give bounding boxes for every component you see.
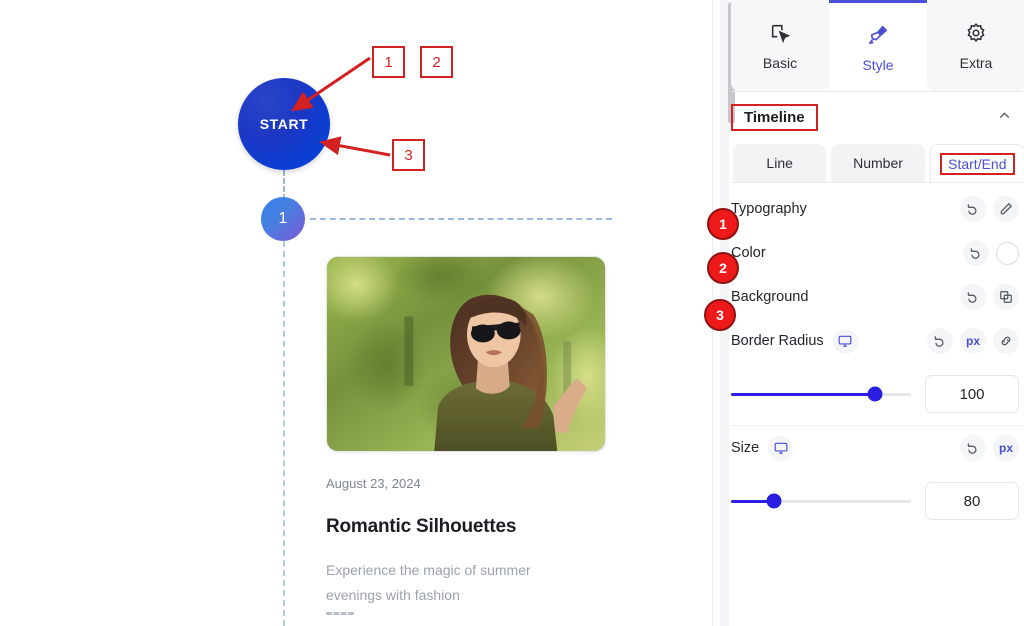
border-radius-slider-knob[interactable] bbox=[867, 386, 883, 402]
start-button-label: START bbox=[259, 116, 309, 132]
preview-canvas: START 1 August 23, 2024 Romantic Silhoue… bbox=[0, 0, 712, 626]
timeline-subtabs: Line Number Start/End bbox=[731, 142, 1024, 182]
background-layers-icon[interactable] bbox=[993, 284, 1019, 310]
color-swatch[interactable] bbox=[996, 241, 1019, 265]
subtab-start-end-label: Start/End bbox=[940, 152, 1015, 175]
subtab-number-label: Number bbox=[853, 155, 903, 171]
size-label: Size bbox=[731, 440, 760, 456]
start-button[interactable]: START bbox=[238, 78, 330, 170]
border-radius-value-input[interactable]: 100 bbox=[925, 375, 1019, 413]
paintbrush-icon bbox=[867, 22, 889, 48]
typography-pencil-icon[interactable] bbox=[993, 196, 1019, 222]
woman-with-sunglasses-photo bbox=[327, 257, 605, 451]
annotation-badge-3: 3 bbox=[704, 299, 736, 331]
timeline-horizontal-dash bbox=[310, 218, 612, 220]
annotation-badge-2: 2 bbox=[707, 252, 739, 284]
row-size: Size px bbox=[731, 426, 1024, 470]
cursor-box-icon bbox=[769, 20, 791, 46]
chevron-up-icon[interactable] bbox=[996, 107, 1017, 128]
row-color: Color bbox=[731, 231, 1024, 275]
setting-rows: Typography Color Background Border Radiu… bbox=[731, 183, 1024, 532]
timeline-marker-1[interactable]: 1 bbox=[261, 197, 305, 241]
card-date: August 23, 2024 bbox=[326, 476, 421, 491]
timeline-section-title: Timeline bbox=[731, 103, 818, 131]
typography-reset-icon[interactable] bbox=[960, 196, 986, 222]
size-unit-px[interactable]: px bbox=[993, 435, 1019, 461]
subtab-number[interactable]: Number bbox=[831, 144, 925, 182]
border-radius-slider-fill bbox=[731, 392, 875, 396]
border-radius-link-icon[interactable] bbox=[993, 328, 1019, 354]
border-radius-desktop-icon[interactable] bbox=[832, 328, 858, 354]
subtab-start-end[interactable]: Start/End bbox=[929, 144, 1024, 182]
border-radius-slider-row: 100 bbox=[731, 363, 1024, 425]
settings-panel: Basic Style Extra Timeline Line Number S… bbox=[712, 0, 1024, 626]
size-slider[interactable] bbox=[731, 493, 911, 509]
annotation-badge-1: 1 bbox=[707, 208, 739, 240]
size-slider-knob[interactable] bbox=[766, 493, 782, 509]
border-radius-label: Border Radius bbox=[731, 333, 824, 349]
size-reset-icon[interactable] bbox=[960, 435, 986, 461]
annotation-number-3: 3 bbox=[392, 139, 425, 171]
timeline-connector-bottom bbox=[283, 241, 285, 626]
border-radius-reset-icon[interactable] bbox=[927, 328, 953, 354]
card-divider-dashes bbox=[326, 612, 354, 615]
annotation-number-2: 2 bbox=[420, 46, 453, 78]
panel-tabs: Basic Style Extra bbox=[731, 0, 1024, 92]
border-radius-unit-px[interactable]: px bbox=[960, 328, 986, 354]
tab-basic[interactable]: Basic bbox=[731, 0, 829, 91]
tab-style[interactable]: Style bbox=[829, 0, 927, 91]
annotation-number-1: 1 bbox=[372, 46, 405, 78]
size-value-input[interactable]: 80 bbox=[925, 482, 1019, 520]
timeline-marker-label: 1 bbox=[278, 210, 288, 227]
timeline-connector-top bbox=[283, 170, 285, 200]
row-background: Background bbox=[731, 275, 1024, 319]
row-border-radius: Border Radius px bbox=[731, 319, 1024, 363]
timeline-section-header[interactable]: Timeline bbox=[731, 92, 1024, 142]
row-background-label: Background bbox=[731, 289, 809, 305]
card-image bbox=[326, 256, 606, 452]
row-typography: Typography bbox=[731, 187, 1024, 231]
gear-icon bbox=[965, 20, 987, 46]
tab-style-label: Style bbox=[862, 56, 894, 73]
size-slider-row: 80 bbox=[731, 470, 1024, 532]
card-description: Experience the magic of summer evenings … bbox=[326, 562, 531, 603]
subtab-line-label: Line bbox=[766, 155, 793, 171]
color-reset-icon[interactable] bbox=[963, 240, 989, 266]
background-reset-icon[interactable] bbox=[960, 284, 986, 310]
tab-basic-label: Basic bbox=[762, 55, 798, 71]
border-radius-slider[interactable] bbox=[731, 386, 911, 402]
row-typography-label: Typography bbox=[731, 201, 807, 217]
card-title: Romantic Silhouettes bbox=[326, 516, 517, 537]
size-desktop-icon[interactable] bbox=[768, 435, 794, 461]
subtab-line[interactable]: Line bbox=[733, 144, 827, 182]
tab-extra[interactable]: Extra bbox=[927, 0, 1024, 91]
tab-extra-label: Extra bbox=[959, 55, 993, 71]
